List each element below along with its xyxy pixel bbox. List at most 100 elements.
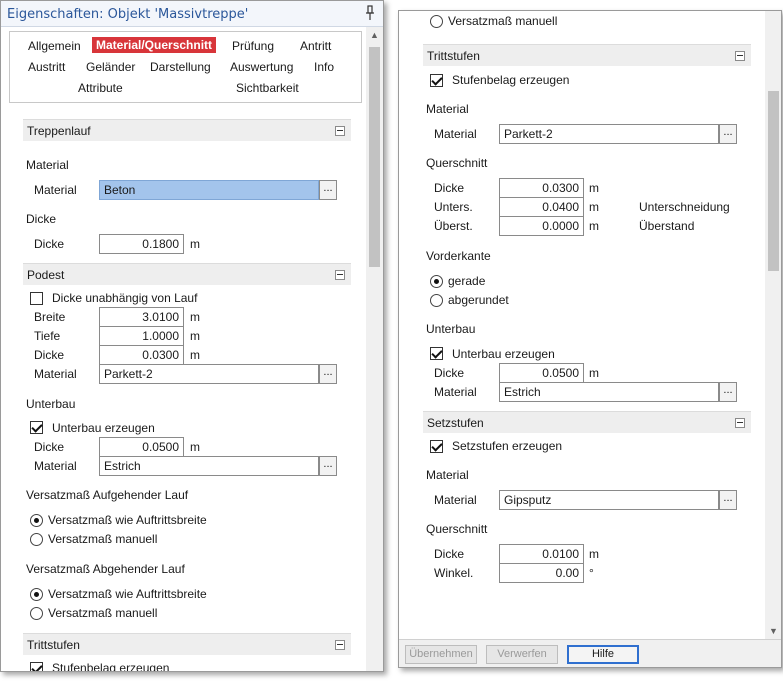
podest-material-field[interactable]: Parkett-2 bbox=[99, 364, 319, 384]
versatz-manuell-radio-partial[interactable] bbox=[430, 15, 443, 28]
stufenbelag-checkbox[interactable] bbox=[30, 662, 43, 671]
collapse-icon[interactable] bbox=[335, 270, 345, 280]
collapse-icon[interactable] bbox=[735, 51, 745, 61]
setzstufen-dicke-input[interactable]: 0.0100 bbox=[499, 544, 584, 564]
unters-label: Unters. bbox=[434, 200, 473, 214]
material-label: Material bbox=[434, 127, 477, 141]
dicke-unabhaengig-checkbox[interactable] bbox=[30, 292, 43, 305]
unterbau-material-field[interactable]: Estrich bbox=[99, 456, 319, 476]
tab-strip: Allgemein Material/Querschnitt Prüfung A… bbox=[9, 31, 362, 103]
vertical-scrollbar[interactable]: ▼ bbox=[765, 11, 781, 641]
section-trittstufen[interactable]: Trittstufen bbox=[423, 44, 751, 66]
unit-label: m bbox=[589, 366, 599, 380]
querschnitt-heading: Querschnitt bbox=[426, 522, 488, 536]
podest-material-browse-button[interactable]: ... bbox=[319, 364, 337, 384]
collapse-icon[interactable] bbox=[335, 126, 345, 136]
apply-button[interactable]: Übernehmen bbox=[405, 645, 477, 664]
radio-label: Versatzmaß wie Auftrittsbreite bbox=[48, 513, 207, 527]
trittstufen-unterbau-dicke-input[interactable]: 0.0500 bbox=[499, 363, 584, 383]
vorderkante-gerade-radio[interactable] bbox=[430, 275, 443, 288]
tab-allgemein[interactable]: Allgemein bbox=[28, 39, 81, 53]
panel-titlebar: Eigenschaften: Objekt 'Massivtreppe' bbox=[1, 1, 383, 27]
tab-sichtbarkeit[interactable]: Sichtbarkeit bbox=[236, 81, 299, 95]
trittstufen-unterbau-material-browse-button[interactable]: ... bbox=[719, 382, 737, 402]
radio-label: Versatzmaß wie Auftrittsbreite bbox=[48, 587, 207, 601]
dicke-heading: Dicke bbox=[26, 212, 57, 226]
treppenlauf-material-browse-button[interactable]: ... bbox=[319, 180, 337, 200]
section-title: Treppenlauf bbox=[27, 124, 91, 138]
scroll-down-icon[interactable]: ▼ bbox=[765, 623, 781, 640]
radio-label: abgerundet bbox=[448, 293, 509, 307]
vertical-scrollbar[interactable]: ▲ bbox=[366, 27, 383, 671]
tab-material-querschnitt[interactable]: Material/Querschnitt bbox=[92, 37, 217, 53]
versatz-ab-wie-auftritt-radio[interactable] bbox=[30, 588, 43, 601]
tiefe-label: Tiefe bbox=[34, 329, 61, 343]
button-bar: Übernehmen Verwerfen Hilfe bbox=[399, 639, 781, 667]
section-setzstufen[interactable]: Setzstufen bbox=[423, 411, 751, 433]
versatz-ab-manuell-radio[interactable] bbox=[30, 607, 43, 620]
tab-darstellung[interactable]: Darstellung bbox=[150, 60, 211, 74]
dicke-label: Dicke bbox=[34, 348, 65, 362]
trittstufen-dicke-input[interactable]: 0.0300 bbox=[499, 178, 584, 198]
unit-label: m bbox=[589, 547, 599, 561]
unterbau-erzeugen-checkbox[interactable] bbox=[30, 421, 43, 434]
trittstufen-material-browse-button[interactable]: ... bbox=[719, 124, 737, 144]
tab-auswertung[interactable]: Auswertung bbox=[230, 60, 293, 74]
scroll-thumb[interactable] bbox=[768, 91, 779, 271]
tab-pruefung[interactable]: Prüfung bbox=[232, 39, 274, 53]
dicke-label: Dicke bbox=[434, 181, 465, 195]
unterbau-dicke-input[interactable]: 0.0500 bbox=[99, 437, 184, 457]
material-label: Material bbox=[434, 493, 477, 507]
podest-tiefe-input[interactable]: 1.0000 bbox=[99, 326, 184, 346]
collapse-icon[interactable] bbox=[735, 418, 745, 428]
dicke-label: Dicke bbox=[434, 547, 465, 561]
setzstufen-material-field[interactable]: Gipsputz bbox=[499, 490, 719, 510]
setzstufen-erzeugen-label: Setzstufen erzeugen bbox=[452, 439, 563, 453]
stufenbelag-checkbox[interactable] bbox=[430, 74, 443, 87]
unterbau-heading: Unterbau bbox=[26, 397, 76, 411]
setzstufen-winkel-input[interactable]: 0.00 bbox=[499, 563, 584, 583]
tab-attribute[interactable]: Attribute bbox=[78, 81, 123, 95]
treppenlauf-material-field[interactable]: Beton bbox=[99, 180, 319, 200]
tab-gelaender[interactable]: Geländer bbox=[86, 60, 135, 74]
versatz-auf-wie-auftritt-radio[interactable] bbox=[30, 514, 43, 527]
versatz-auf-manuell-radio[interactable] bbox=[30, 533, 43, 546]
section-podest[interactable]: Podest bbox=[23, 263, 351, 285]
tab-antritt[interactable]: Antritt bbox=[300, 39, 331, 53]
properties-panel-left: Eigenschaften: Objekt 'Massivtreppe' All… bbox=[0, 0, 384, 672]
tab-austritt[interactable]: Austritt bbox=[28, 60, 65, 74]
discard-button[interactable]: Verwerfen bbox=[486, 645, 558, 664]
treppenlauf-dicke-input[interactable]: 0.1800 bbox=[99, 234, 184, 254]
podest-breite-input[interactable]: 3.0100 bbox=[99, 307, 184, 327]
vorderkante-abgerundet-radio[interactable] bbox=[430, 294, 443, 307]
help-button[interactable]: Hilfe bbox=[567, 645, 639, 664]
section-trittstufen[interactable]: Trittstufen bbox=[23, 633, 351, 655]
collapse-icon[interactable] bbox=[335, 640, 345, 650]
trittstufen-uebers-input[interactable]: 0.0000 bbox=[499, 216, 584, 236]
setzstufen-erzeugen-checkbox[interactable] bbox=[430, 440, 443, 453]
podest-dicke-input[interactable]: 0.0300 bbox=[99, 345, 184, 365]
pin-icon[interactable] bbox=[365, 5, 375, 21]
scroll-thumb[interactable] bbox=[369, 47, 380, 267]
section-title: Podest bbox=[27, 268, 65, 282]
unit-label: m bbox=[190, 310, 200, 324]
stufenbelag-label: Stufenbelag erzeugen bbox=[452, 73, 570, 87]
unterbau-material-browse-button[interactable]: ... bbox=[319, 456, 337, 476]
unit-label: m bbox=[190, 237, 200, 251]
unterbau-erzeugen-label: Unterbau erzeugen bbox=[52, 421, 155, 435]
trittstufen-material-field[interactable]: Parkett-2 bbox=[499, 124, 719, 144]
trittstufen-unterbau-material-field[interactable]: Estrich bbox=[499, 382, 719, 402]
material-heading: Material bbox=[26, 158, 69, 172]
querschnitt-heading: Querschnitt bbox=[426, 156, 488, 170]
scroll-up-icon[interactable]: ▲ bbox=[366, 27, 383, 44]
vorderkante-heading: Vorderkante bbox=[426, 249, 491, 263]
section-treppenlauf[interactable]: Treppenlauf bbox=[23, 119, 351, 141]
trittstufen-unters-input[interactable]: 0.0400 bbox=[499, 197, 584, 217]
breite-label: Breite bbox=[34, 310, 66, 324]
radio-label: Versatzmaß manuell bbox=[448, 14, 558, 28]
unit-label: m bbox=[190, 348, 200, 362]
setzstufen-material-browse-button[interactable]: ... bbox=[719, 490, 737, 510]
tab-info[interactable]: Info bbox=[314, 60, 334, 74]
unterbau-erzeugen-checkbox[interactable] bbox=[430, 347, 443, 360]
properties-panel-right: Versatzmaß manuell ▼ Trittstufen Stufenb… bbox=[398, 10, 782, 668]
